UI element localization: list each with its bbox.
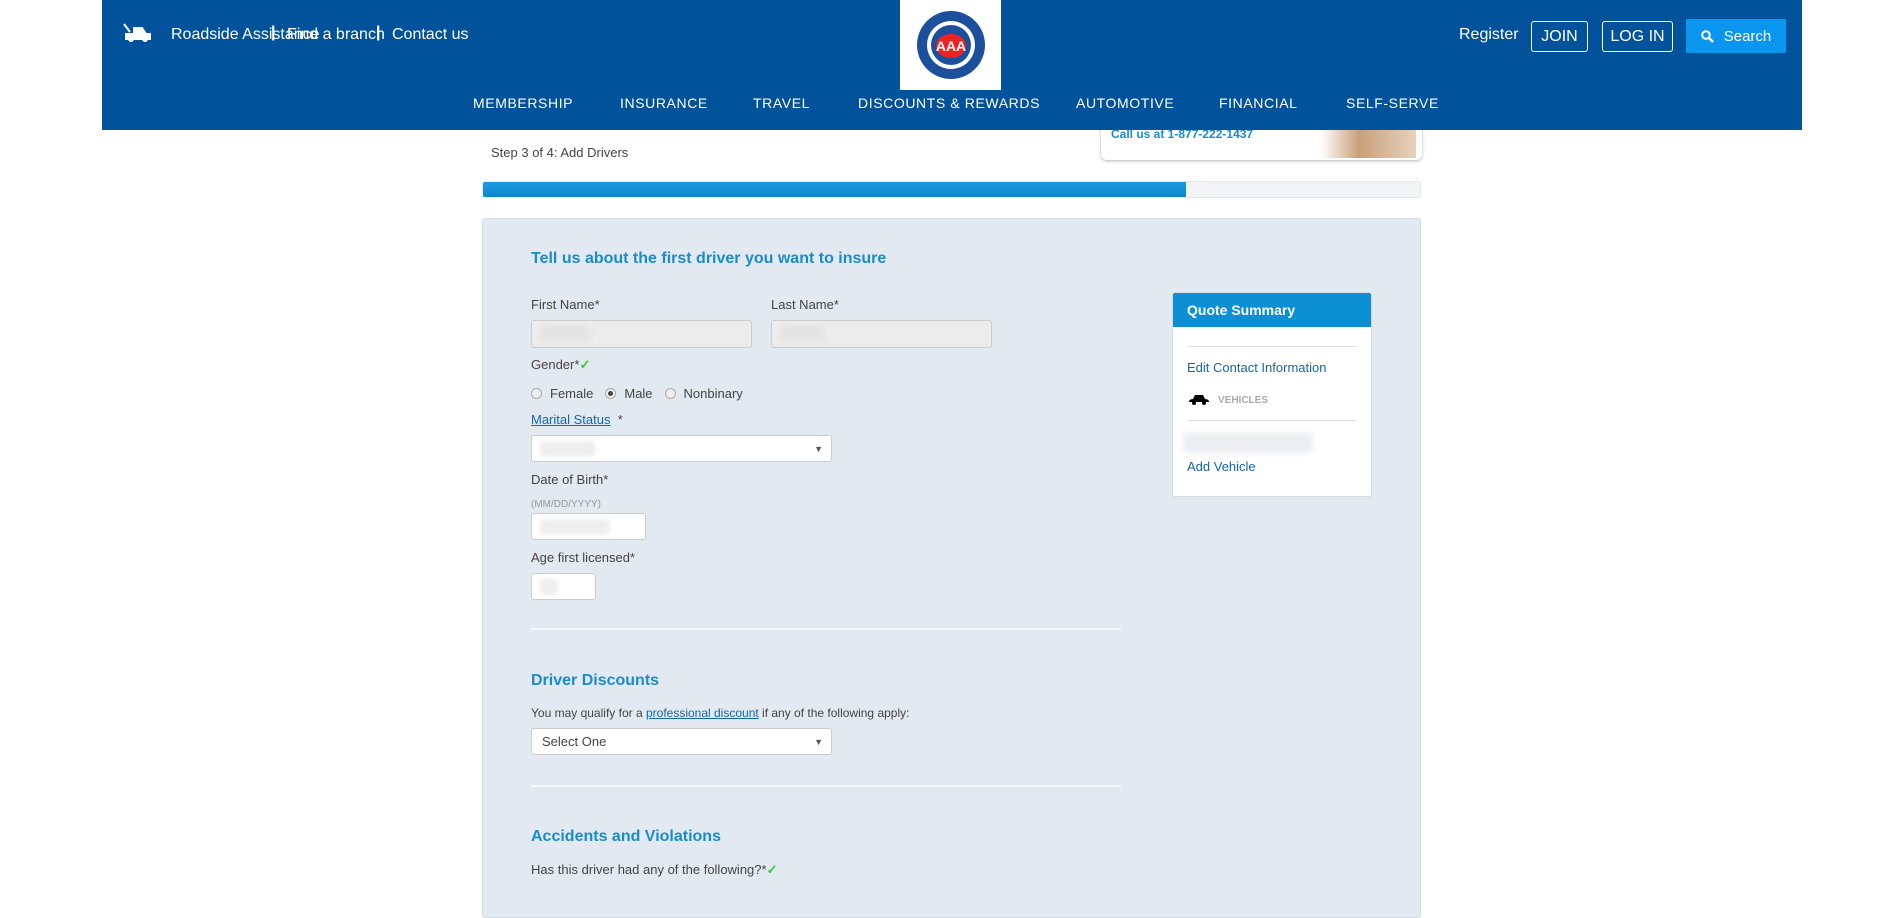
professional-discount-link[interactable]: professional discount	[646, 706, 759, 720]
divider	[1188, 420, 1357, 421]
tow-truck-icon	[123, 23, 151, 42]
nav-financial[interactable]: FINANCIAL	[1219, 95, 1298, 111]
quote-summary: Quote Summary Edit Contact Information V…	[1172, 292, 1372, 497]
accidents-title: Accidents and Violations	[531, 828, 721, 845]
aaa-logo[interactable]: AAA	[900, 0, 1001, 90]
first-name-label: First Name*	[531, 297, 600, 312]
marital-status-label: Marital Status *	[531, 412, 623, 427]
gender-radio-group: Female Male Nonbinary	[531, 386, 743, 401]
age-licensed-input[interactable]	[531, 573, 596, 600]
aaa-logo-icon: AAA	[916, 11, 985, 79]
caret-down-icon: ▼	[814, 736, 823, 747]
accidents-question: Has this driver had any of the following…	[531, 862, 778, 877]
contact-us-link[interactable]: Contact us	[392, 26, 468, 44]
valid-check-icon: ✓	[579, 357, 591, 372]
male-radio[interactable]	[605, 388, 617, 399]
vehicles-heading: VEHICLES	[1218, 395, 1269, 406]
car-icon	[1189, 395, 1209, 405]
divider	[1188, 346, 1357, 347]
register-link[interactable]: Register	[1459, 26, 1519, 44]
svg-text:AAA: AAA	[935, 38, 965, 54]
divider	[531, 628, 1121, 630]
quote-summary-title: Quote Summary	[1173, 293, 1371, 327]
marital-status-link[interactable]: Marital Status	[531, 412, 610, 427]
find-branch-link[interactable]: Find a branch	[287, 26, 385, 44]
dob-hint: (MM/DD/YYYY)	[531, 499, 601, 510]
site-header: Roadside Assistance | Find a branch | Co…	[102, 0, 1802, 130]
join-button[interactable]: JOIN	[1531, 21, 1588, 52]
dob-input[interactable]	[531, 513, 646, 540]
edit-contact-link[interactable]: Edit Contact Information	[1187, 360, 1326, 375]
caret-down-icon: ▼	[814, 443, 823, 454]
nav-insurance[interactable]: INSURANCE	[620, 95, 708, 111]
gender-label: Gender*✓	[531, 357, 591, 372]
age-licensed-label: Age first licensed*	[531, 550, 636, 565]
nav-discounts-rewards[interactable]: DISCOUNTS & REWARDS	[858, 95, 1040, 111]
search-button[interactable]: Search	[1686, 19, 1786, 53]
nonbinary-radio[interactable]	[664, 388, 676, 399]
form-title: Tell us about the first driver you want …	[531, 250, 887, 267]
nav-travel[interactable]: TRAVEL	[753, 95, 810, 111]
first-name-input[interactable]	[531, 320, 752, 348]
step-indicator: Step 3 of 4: Add Drivers	[491, 145, 629, 160]
discount-text: You may qualify for a professional disco…	[531, 706, 910, 720]
progress-fill	[483, 182, 1186, 197]
nav-membership[interactable]: MEMBERSHIP	[473, 95, 573, 111]
dob-label: Date of Birth*	[531, 472, 609, 487]
add-vehicle-link[interactable]: Add Vehicle	[1187, 459, 1256, 474]
vehicle-entry	[1183, 433, 1313, 453]
search-icon	[1700, 29, 1714, 43]
search-label: Search	[1723, 27, 1772, 45]
last-name-input[interactable]	[771, 320, 992, 348]
driver-discounts-title: Driver Discounts	[531, 672, 660, 689]
last-name-label: Last Name*	[771, 297, 839, 312]
divider: |	[271, 24, 276, 41]
nav-automotive[interactable]: AUTOMOTIVE	[1076, 95, 1174, 111]
professional-discount-select[interactable]: Select One ▼	[531, 728, 832, 755]
marital-status-select[interactable]: ▼	[531, 435, 832, 462]
divider: |	[376, 24, 381, 41]
female-radio[interactable]	[531, 388, 542, 399]
login-button[interactable]: LOG IN	[1602, 21, 1673, 52]
progress-bar	[482, 181, 1421, 198]
divider	[531, 785, 1121, 787]
nav-self-serve[interactable]: SELF-SERVE	[1346, 95, 1439, 111]
